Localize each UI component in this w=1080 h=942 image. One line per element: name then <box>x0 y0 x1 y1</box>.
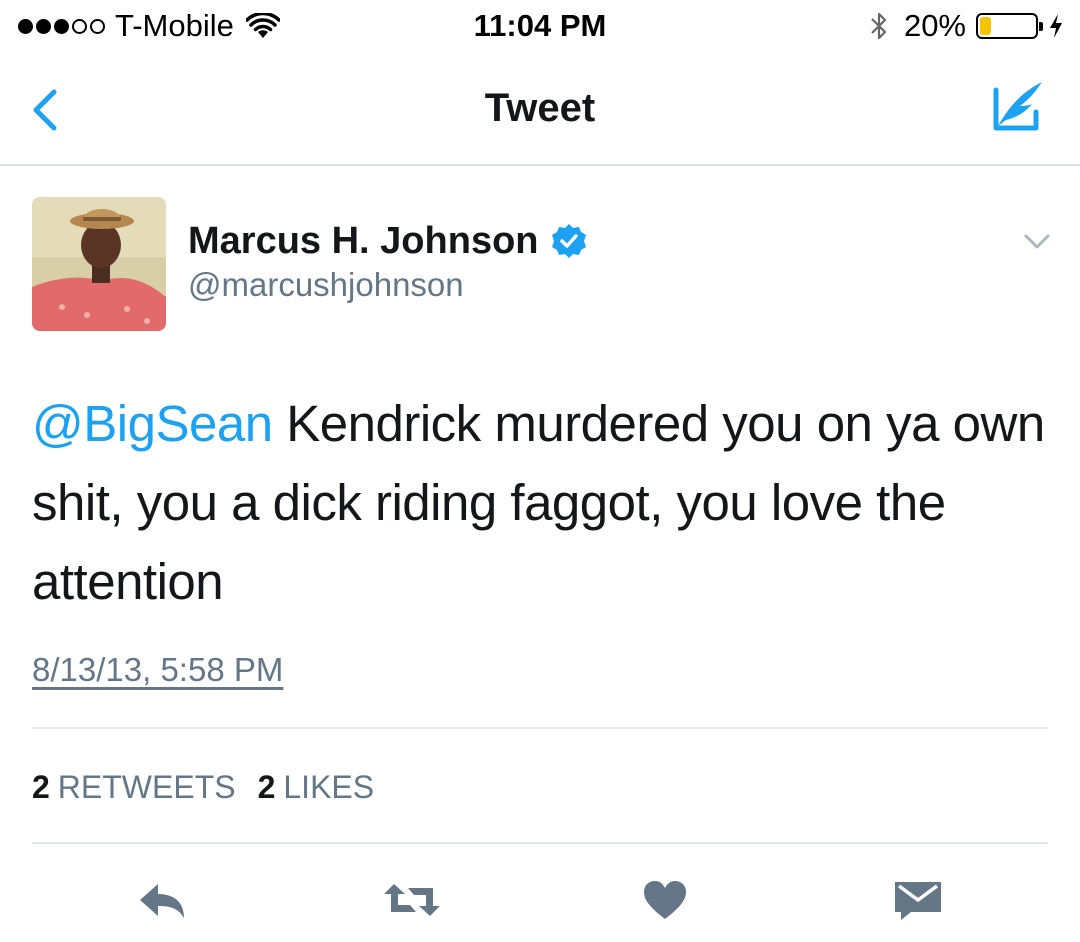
reply-button[interactable] <box>132 872 192 928</box>
tweet-options-button[interactable] <box>1020 224 1054 258</box>
navigation-bar: Tweet <box>0 52 1080 166</box>
divider <box>32 842 1048 844</box>
compose-tweet-button[interactable] <box>984 78 1048 136</box>
battery-icon <box>976 13 1043 39</box>
tweet-timestamp[interactable]: 8/13/13, 5:58 PM <box>32 648 283 692</box>
avatar[interactable] <box>32 197 166 331</box>
direct-message-icon <box>895 882 941 920</box>
mention-link[interactable]: @BigSean <box>32 395 273 452</box>
verified-badge-icon <box>551 224 586 258</box>
like-icon <box>644 881 686 919</box>
status-bar-right: 20% <box>870 6 1064 46</box>
retweet-button[interactable] <box>382 872 442 928</box>
charging-icon <box>1050 14 1062 38</box>
reply-icon <box>140 884 184 918</box>
battery-percent: 20% <box>903 8 966 43</box>
profile-photo <box>32 197 166 331</box>
page-title: Tweet <box>484 86 596 130</box>
retweet-label[interactable]: RETWEETS <box>58 766 236 808</box>
status-bar: T-Mobile 11:04 PM 20% <box>0 0 1080 52</box>
author-handle[interactable]: @marcushjohnson <box>188 264 464 306</box>
battery-fill <box>980 17 991 35</box>
tweet-text: @BigSean Kendrick murdered you on ya own… <box>32 384 1048 621</box>
like-button[interactable] <box>635 872 695 928</box>
like-count[interactable]: 2 <box>258 766 276 808</box>
direct-message-button[interactable] <box>888 872 948 928</box>
author-name-row: Marcus H. Johnson <box>188 218 587 264</box>
retweet-icon <box>384 884 440 916</box>
bluetooth-icon <box>871 12 887 40</box>
display-name[interactable]: Marcus H. Johnson <box>188 218 539 264</box>
divider <box>32 727 1048 729</box>
retweet-count[interactable]: 2 <box>32 766 50 808</box>
tweet-stats: 2 RETWEETS 2 LIKES <box>32 766 396 808</box>
like-label[interactable]: LIKES <box>283 766 374 808</box>
